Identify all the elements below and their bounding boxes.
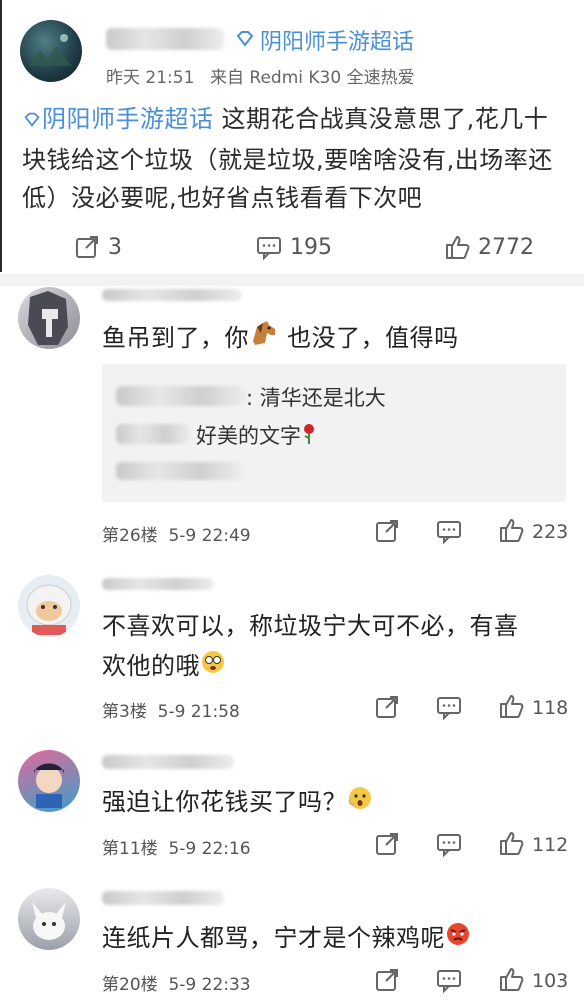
commenter-avatar[interactable] xyxy=(18,575,80,637)
angry-face-emoji-icon xyxy=(445,919,471,959)
comment-text: 鱼吊到了，你 也没了，值得吗 xyxy=(102,318,459,359)
comment-text: 连纸片人都骂，宁才是个辣鸡呢 xyxy=(102,918,471,959)
diamond-icon xyxy=(234,28,256,54)
thumbs-up-icon[interactable] xyxy=(498,830,524,856)
comment-button[interactable]: 195 xyxy=(256,234,332,260)
commenter-avatar[interactable] xyxy=(18,888,80,950)
quoted-reply-box[interactable]: : 清华还是北大 好美的文字 xyxy=(102,364,566,502)
thumbs-up-icon[interactable] xyxy=(498,517,524,543)
share-button[interactable]: 3 xyxy=(74,234,122,260)
share-count: 3 xyxy=(108,234,122,260)
commenter-name-redacted[interactable] xyxy=(102,891,224,905)
share-icon[interactable] xyxy=(374,694,400,720)
post-topic-tag[interactable]: 阴阳师手游超话 xyxy=(260,24,414,56)
quoted-text-line1: : 清华还是北大 xyxy=(246,386,386,410)
comment-floor: 第11楼 5-9 22:16 xyxy=(102,839,251,859)
author-name-redacted[interactable] xyxy=(106,28,224,50)
dizzy-face-emoji-icon xyxy=(200,647,226,687)
section-divider xyxy=(0,274,584,286)
reply-icon[interactable] xyxy=(436,967,462,993)
commenter-name-redacted[interactable] xyxy=(102,289,242,301)
post-time: 昨天 21:51 xyxy=(106,68,195,88)
reply-icon[interactable] xyxy=(436,831,462,857)
post-author-avatar[interactable] xyxy=(20,20,82,82)
commenter-name-redacted[interactable] xyxy=(102,755,234,769)
commenter-avatar[interactable] xyxy=(18,750,80,812)
comment-text: 不喜欢可以，称垃圾宁大可不必，有喜欢他的哦 xyxy=(102,606,542,687)
commenter-name-redacted[interactable] xyxy=(102,578,214,590)
like-button[interactable]: 2772 xyxy=(444,234,534,260)
reply-icon[interactable] xyxy=(436,694,462,720)
comment-icon xyxy=(257,237,281,260)
thumbs-up-icon xyxy=(446,236,470,259)
rose-icon xyxy=(301,423,317,450)
reply-icon[interactable] xyxy=(436,518,462,544)
quoted-user-redacted xyxy=(116,462,242,480)
comment-like-count: 112 xyxy=(532,834,569,856)
comment-like-count: 118 xyxy=(532,697,569,719)
comment-like-count: 103 xyxy=(532,970,569,992)
comment-text: 强迫让你花钱买了吗？ xyxy=(102,782,373,823)
quoted-user-redacted xyxy=(116,424,190,444)
quoted-user-redacted xyxy=(116,386,246,406)
share-icon[interactable] xyxy=(374,967,400,993)
commenter-avatar[interactable] xyxy=(18,287,80,349)
share-icon[interactable] xyxy=(374,518,400,544)
left-edge-rule xyxy=(0,0,2,272)
quoted-text-line2: 好美的文字 xyxy=(196,420,317,450)
post-source: 来自 Redmi K30 全速热爱 xyxy=(210,68,415,88)
comment-floor: 第3楼 5-9 21:58 xyxy=(102,702,240,722)
diamond-icon xyxy=(22,103,42,141)
share-icon[interactable] xyxy=(374,831,400,857)
like-count: 2772 xyxy=(478,234,534,260)
comment-floor: 第26楼 5-9 22:49 xyxy=(102,526,251,546)
comment-floor: 第20楼 5-9 22:33 xyxy=(102,975,251,995)
comment-like-count: 223 xyxy=(532,521,569,543)
thumbs-up-icon[interactable] xyxy=(498,693,524,719)
thumbs-up-icon[interactable] xyxy=(498,966,524,992)
post-text: 阴阳师手游超话 这期花合战真没意思了,花几十块钱给这个垃圾（就是垃圾,要啥啥没有… xyxy=(22,100,570,217)
comment-count: 195 xyxy=(290,234,332,260)
horse-emoji-icon xyxy=(249,319,279,359)
scared-face-emoji-icon xyxy=(347,783,373,823)
share-icon xyxy=(76,236,98,258)
post-inline-topic[interactable]: 阴阳师手游超话 xyxy=(42,105,214,133)
